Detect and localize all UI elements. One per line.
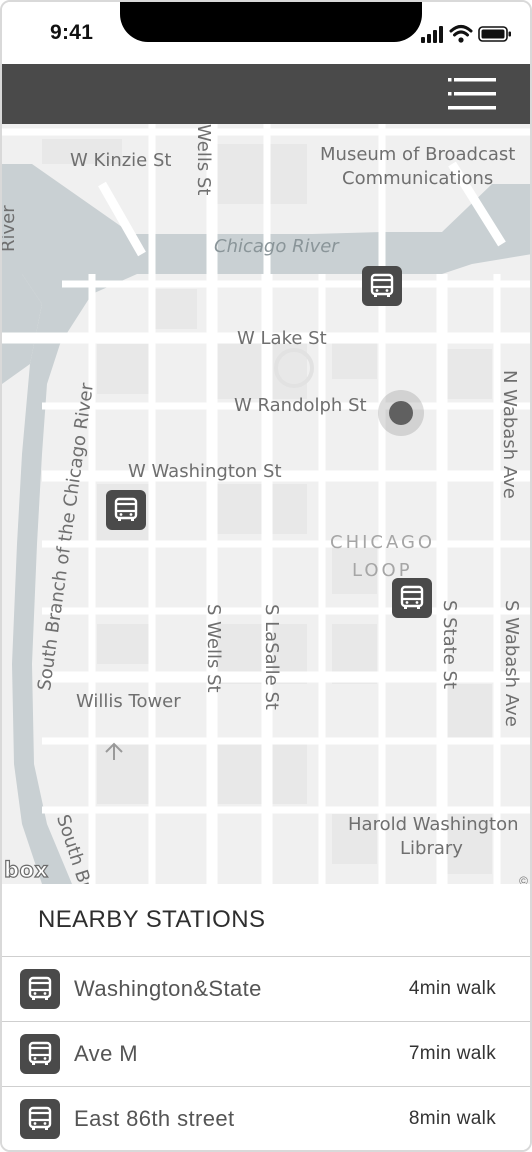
map-label-washington: W Washington St <box>128 461 282 482</box>
map-label-randolph: W Randolph St <box>234 395 367 416</box>
station-name: Ave M <box>74 1041 138 1066</box>
map-label-wabash-n: N Wabash Ave <box>499 370 520 499</box>
current-location-marker[interactable] <box>378 390 424 436</box>
bus-stop-marker[interactable] <box>106 490 146 530</box>
map-label-willis: Willis Tower <box>76 691 181 712</box>
map-label-s-wabash: S Wabash Ave <box>501 600 522 727</box>
signal-icon <box>421 25 511 43</box>
map-label-s-lasalle: S LaSalle St <box>261 604 282 710</box>
nearby-stations-panel: NEARBY STATIONS Washington&State 4min wa… <box>2 884 530 1150</box>
bus-icon <box>370 273 394 297</box>
status-time: 9:41 <box>50 21 94 44</box>
battery-icon <box>478 26 511 42</box>
map-view[interactable]: W Kinzie St Museum of Broadcast Communic… <box>2 124 530 884</box>
map-label-river-left: River <box>2 205 19 252</box>
map-copyright[interactable]: © <box>519 874 528 884</box>
map-label-harold-line2: Library <box>400 838 463 859</box>
station-row[interactable]: East 86th street 8min walk <box>2 1087 530 1150</box>
map-label-kinzie: W Kinzie St <box>70 150 172 171</box>
station-walk-time: 4min walk <box>408 978 496 999</box>
nearby-stations-title: NEARBY STATIONS <box>38 906 266 933</box>
map-label-s-wells: S Wells St <box>203 604 224 693</box>
map-label-harold-line1: Harold Washington <box>348 814 519 835</box>
current-location-dot <box>389 401 413 425</box>
map-label-museum-line2: Communications <box>342 168 494 189</box>
hamburger-menu-icon <box>448 78 496 110</box>
bus-icon <box>20 1034 60 1074</box>
station-walk-time: 8min walk <box>408 1108 496 1129</box>
phone-frame: 9:41 W Kinzie St Museum of Broadcast Com… <box>0 0 532 1152</box>
station-row[interactable]: Ave M 7min walk <box>2 1022 530 1087</box>
station-row[interactable]: Washington&State 4min walk <box>2 957 530 1022</box>
map-label-loop-line1: CHICAGO <box>330 532 436 553</box>
map-label-museum-line1: Museum of Broadcast <box>320 144 516 165</box>
bus-icon <box>114 497 138 521</box>
app-header <box>2 64 530 124</box>
map-provider-logo: box <box>3 857 49 882</box>
menu-button[interactable] <box>448 76 498 112</box>
map-label-lake: W Lake St <box>237 328 327 349</box>
station-name: East 86th street <box>74 1106 235 1131</box>
bus-icon <box>400 585 424 609</box>
device-notch <box>120 2 422 42</box>
bus-stop-marker[interactable] <box>392 578 432 618</box>
status-bar: 9:41 <box>2 2 530 64</box>
map-label-s-state: S State St <box>439 600 460 689</box>
status-icons <box>419 24 514 44</box>
station-list: Washington&State 4min walk Ave M 7min wa… <box>2 956 530 1150</box>
station-name: Washington&State <box>74 976 262 1001</box>
map-label-wells-top: Wells St <box>193 124 214 196</box>
bus-stop-marker[interactable] <box>362 266 402 306</box>
bus-icon <box>20 1099 60 1139</box>
map-label-chicago-river: Chicago River <box>214 236 339 257</box>
bus-icon <box>20 969 60 1009</box>
station-walk-time: 7min walk <box>408 1043 496 1064</box>
wifi-icon <box>449 25 473 43</box>
